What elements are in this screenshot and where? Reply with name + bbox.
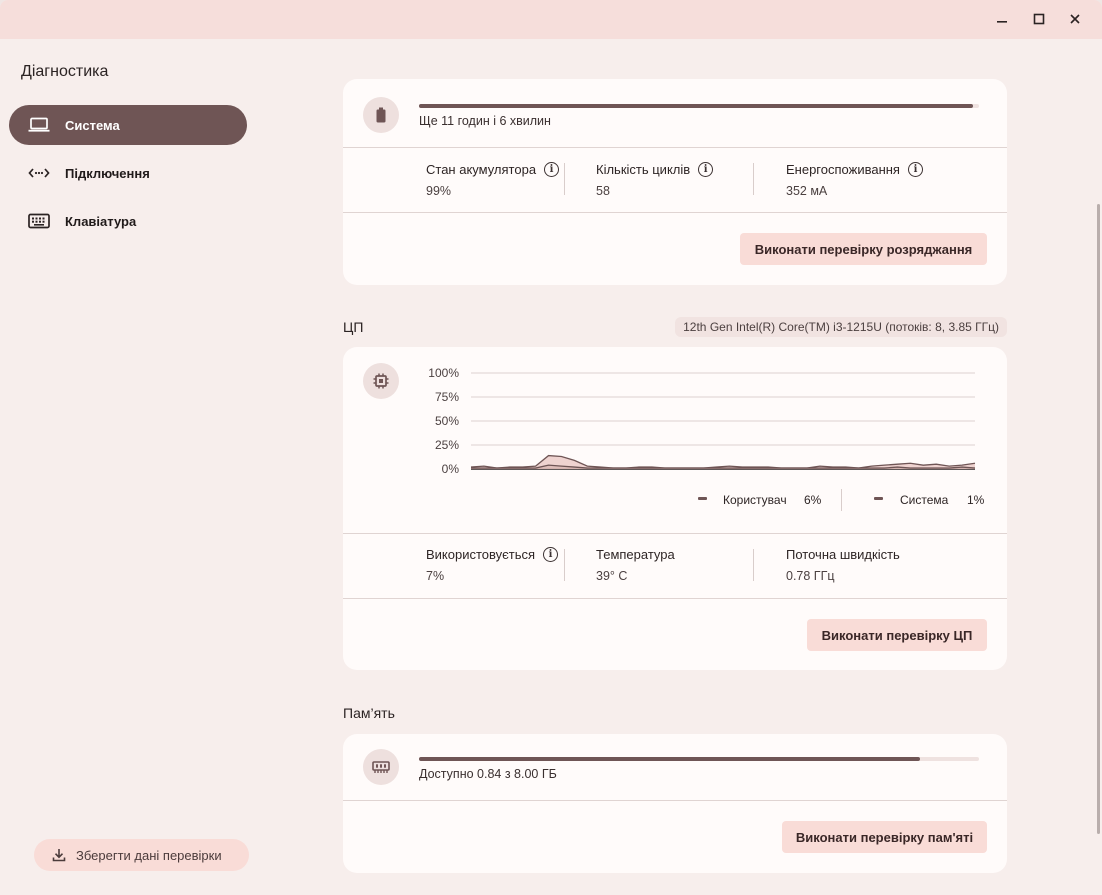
power-consumption-label: Енергоспоживання i [786, 162, 923, 177]
chart-y-tick-label: 100% [428, 366, 459, 380]
cpu-temperature-value: 39° C [596, 569, 628, 583]
save-diagnostics-label: Зберегти дані перевірки [76, 847, 222, 863]
info-icon[interactable]: i [698, 162, 714, 177]
maximize-icon[interactable] [1029, 9, 1049, 29]
divider [564, 163, 565, 195]
minimize-icon[interactable] [992, 9, 1012, 29]
battery-time-remaining: Ще 11 годин і 6 хвилин [419, 114, 551, 128]
legend-value-system: 1% [967, 493, 985, 507]
power-consumption-label-text: Енергоспоживання [786, 162, 900, 177]
battery-health-label-text: Стан акумулятора [426, 162, 537, 177]
battery-charge-fill [419, 104, 974, 108]
legend-swatch-system [874, 497, 883, 500]
cpu-card: 100% 75% 50% 25% 0% Користувач 6% Система 1%… [343, 347, 1007, 670]
memory-icon [363, 749, 399, 785]
memory-available-text: Доступно 0.84 з 8.00 ГБ [419, 767, 557, 781]
divider [343, 598, 1007, 599]
download-icon [52, 848, 66, 862]
cpu-speed-value: 0.78 ГГц [786, 569, 835, 583]
sidebar-item-keyboard[interactable]: Клавіатура [9, 201, 247, 241]
memory-usage-bar [419, 757, 979, 761]
cpu-section-title: ЦП [343, 319, 364, 335]
divider [841, 489, 842, 511]
divider [753, 163, 754, 195]
cpu-temperature-label: Температура [596, 547, 675, 562]
chart-y-tick-label: 50% [435, 414, 459, 428]
sidebar-item-label: Клавіатура [65, 213, 137, 229]
divider [564, 549, 565, 581]
sidebar-item-system[interactable]: Система [9, 105, 247, 145]
sidebar-item-label: Система [65, 117, 120, 133]
legend-value-user: 6% [804, 493, 822, 507]
divider [753, 549, 754, 581]
divider [343, 147, 1007, 148]
info-icon[interactable]: i [543, 547, 559, 562]
chart-y-tick-label: 0% [442, 462, 460, 476]
cpu-speed-label: Поточна швидкість [786, 547, 900, 562]
connectivity-icon [28, 164, 50, 182]
run-memory-test-button[interactable]: Виконати перевірку пам'яті [782, 821, 987, 853]
close-icon[interactable] [1065, 9, 1085, 29]
battery-charge-bar [419, 104, 979, 108]
cpu-usage-chart: 100% 75% 50% 25% 0% [428, 366, 976, 476]
main-content: Ще 11 годин і 6 хвилин Стан акумулятора … [300, 39, 1102, 895]
battery-card: Ще 11 годин і 6 хвилин Стан акумулятора … [343, 79, 1007, 285]
titlebar [0, 0, 1102, 39]
chart-y-tick-label: 75% [435, 390, 459, 404]
battery-health-value: 99% [426, 184, 452, 198]
memory-section-title: Пам’ять [343, 705, 395, 721]
power-consumption-value: 352 мА [786, 184, 828, 198]
cpu-model-chip: 12th Gen Intel(R) Core(TM) i3-1215U (пот… [675, 317, 1007, 337]
sidebar-item-label: Підключення [65, 165, 150, 181]
laptop-icon [28, 116, 50, 134]
cpu-usage-label-text: Використовується [426, 547, 536, 562]
legend-label-user: Користувач [723, 493, 787, 507]
run-discharge-test-button[interactable]: Виконати перевірку розряджання [740, 233, 987, 265]
info-icon[interactable]: i [544, 162, 560, 177]
cpu-icon [363, 363, 399, 399]
cycle-count-label: Кількість циклів i [596, 162, 714, 177]
content-scrollbar[interactable] [1097, 204, 1100, 834]
cpu-usage-value: 7% [426, 569, 445, 583]
cpu-usage-label: Використовується i [426, 547, 559, 562]
cycle-count-value: 58 [596, 184, 610, 198]
legend-swatch-user [698, 497, 707, 500]
run-cpu-test-button[interactable]: Виконати перевірку ЦП [807, 619, 987, 651]
memory-usage-fill [419, 757, 921, 761]
save-diagnostics-button[interactable]: Зберегти дані перевірки [34, 839, 249, 871]
info-icon[interactable]: i [907, 162, 923, 177]
battery-icon [363, 97, 399, 133]
legend-label-system: Система [900, 493, 949, 507]
divider [343, 212, 1007, 213]
app-title: Діагностика [21, 63, 109, 80]
sidebar-item-connectivity[interactable]: Підключення [9, 153, 247, 193]
divider [343, 800, 1007, 801]
divider [343, 533, 1007, 534]
memory-card: Доступно 0.84 з 8.00 ГБ Виконати перевір… [343, 734, 1007, 873]
battery-health-label: Стан акумулятора i [426, 162, 560, 177]
cycle-count-label-text: Кількість циклів [596, 162, 691, 177]
diagnostics-window: Діагностика Система Підключення Клавіату… [0, 0, 1102, 895]
keyboard-icon [28, 212, 50, 230]
chart-y-tick-label: 25% [435, 438, 459, 452]
